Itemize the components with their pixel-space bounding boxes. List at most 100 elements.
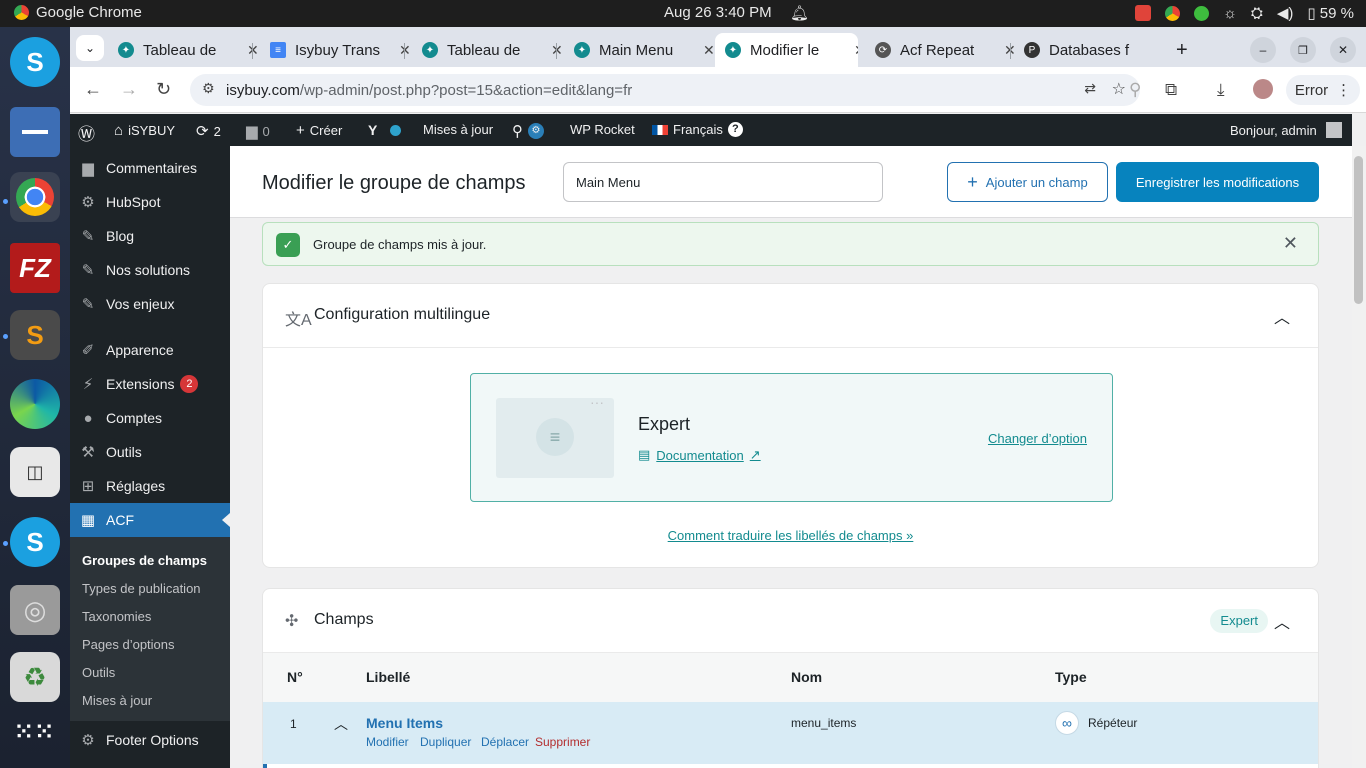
address-bar[interactable]: ⚙ isybuy.com/wp-admin/post.php?post=15&a… xyxy=(190,74,1140,106)
comments-link[interactable]: ▆ 0 xyxy=(246,122,270,140)
document-viewer-icon[interactable]: ◫ xyxy=(10,447,60,497)
filezilla-icon[interactable]: FZ xyxy=(10,243,60,293)
trash-icon[interactable]: ♻ xyxy=(10,652,60,702)
chrome-tray-icon[interactable] xyxy=(1165,5,1181,21)
download-icon[interactable]: ⤓ xyxy=(1217,80,1225,100)
user-icon: ● xyxy=(83,409,93,427)
site-name-link[interactable]: ⌂ iSYBUY xyxy=(114,122,175,139)
location-icon[interactable]: ⚲ xyxy=(1129,80,1141,100)
extensions-icon[interactable]: ⧉ xyxy=(1165,80,1177,100)
check-tray-icon[interactable] xyxy=(1194,5,1210,21)
battery-indicator[interactable]: ▯ 59 % xyxy=(1307,4,1354,22)
add-field-button[interactable]: + Ajouter un champ xyxy=(947,162,1108,202)
sidebar-item-settings[interactable]: ⊞ Réglages xyxy=(70,469,230,503)
browser-tab-5-active[interactable]: ✦ Modifier le ✕ xyxy=(715,33,858,67)
multilingual-panel-header[interactable]: 文A Configuration multilingue ︿ xyxy=(263,284,1318,348)
submenu-updates[interactable]: Mises à jour xyxy=(82,693,152,708)
sidebar-item-users[interactable]: ● Comptes xyxy=(70,401,230,435)
scrollbar-thumb[interactable] xyxy=(1354,156,1363,304)
back-arrow-icon[interactable]: ← xyxy=(84,79,102,100)
sidebar-item-tools[interactable]: ⚒ Outils xyxy=(70,435,230,469)
create-link[interactable]: + Créer xyxy=(296,122,342,139)
language-switcher[interactable]: Français ? xyxy=(652,122,743,137)
skype-icon[interactable]: S xyxy=(10,37,60,87)
sidebar-item-blog[interactable]: ✎ Blog xyxy=(70,219,230,253)
my-account-link[interactable]: Bonjour, admin xyxy=(1230,122,1342,138)
submenu-tools[interactable]: Outils xyxy=(82,665,115,680)
change-option-link[interactable]: Changer d’option xyxy=(988,431,1087,446)
documentation-link[interactable]: ▤ Documentation ↗ xyxy=(638,447,761,463)
bookmark-star-icon[interactable]: ☆ xyxy=(1112,79,1126,99)
updates-link[interactable]: ⟳ 2 xyxy=(196,122,221,140)
sidebar-item-appearance[interactable]: ✐ Apparence xyxy=(70,333,230,367)
sidebar-item-footer-options[interactable]: ⚙ Footer Options xyxy=(70,723,230,757)
browser-tab-3[interactable]: ✦ Tableau de ✕ xyxy=(412,33,573,67)
close-tab-icon[interactable]: ✕ xyxy=(854,42,858,59)
table-row[interactable]: 1 ︿ Menu Items Modifier Dupliquer Déplac… xyxy=(263,702,1318,764)
sidebar-item-enjeux[interactable]: ✎ Vos enjeux xyxy=(70,287,230,321)
chevron-up-icon[interactable]: ︿ xyxy=(1274,304,1290,328)
network-icon[interactable]: ⛭ xyxy=(1251,5,1263,22)
edge-icon[interactable] xyxy=(10,379,60,429)
move-field-link[interactable]: Déplacer xyxy=(481,735,529,749)
delete-field-link[interactable]: Supprimer xyxy=(535,735,590,749)
browser-tab-6[interactable]: ⟳ Acf Repeat ✕ xyxy=(865,33,1026,67)
minimize-window-icon[interactable]: – xyxy=(1250,37,1276,63)
field-group-title-input[interactable] xyxy=(563,162,883,202)
sidebar-item-solutions[interactable]: ✎ Nos solutions xyxy=(70,253,230,287)
sidebar-item-comments[interactable]: ▆ Commentaires xyxy=(70,151,230,185)
wpml-link[interactable]: ⚲ ⚙ xyxy=(512,122,544,140)
app-grid-icon[interactable]: ⁙⁙ xyxy=(10,707,60,757)
reload-icon[interactable]: ↻ xyxy=(156,79,171,100)
yoast-link[interactable]: Y xyxy=(368,122,402,138)
page-scrollbar[interactable] xyxy=(1352,146,1366,768)
profile-avatar[interactable] xyxy=(1253,79,1273,99)
submenu-taxonomies[interactable]: Taxonomies xyxy=(82,609,151,624)
brightness-icon[interactable]: ☼ xyxy=(1223,5,1237,22)
wp-favicon: ✦ xyxy=(422,42,438,58)
tab-list-button[interactable]: ⌄ xyxy=(76,35,104,61)
edit-field-link[interactable]: Modifier xyxy=(366,735,409,749)
submenu-post-types[interactable]: Types de publication xyxy=(82,581,201,596)
sublime-icon[interactable]: S xyxy=(10,310,60,360)
field-label-link[interactable]: Menu Items xyxy=(366,715,443,731)
chevron-up-icon[interactable]: ︿ xyxy=(1274,609,1290,633)
collapse-chevron-icon[interactable]: ︿ xyxy=(334,714,348,734)
translate-icon[interactable]: ⇄ xyxy=(1084,80,1096,97)
sidebar-item-acf[interactable]: ▦ ACF xyxy=(70,503,230,537)
wp-rocket-link[interactable]: WP Rocket xyxy=(570,122,635,137)
sidebar-item-hubspot[interactable]: ⚙ HubSpot xyxy=(70,185,230,219)
browser-tab-7[interactable]: P Databases f xyxy=(1014,33,1149,67)
maximize-window-icon[interactable]: ❐ xyxy=(1290,37,1316,63)
chrome-dock-icon[interactable] xyxy=(10,172,60,222)
browser-tab-4[interactable]: ✦ Main Menu ✕ xyxy=(564,33,725,67)
error-button[interactable]: Error ⋮ xyxy=(1286,75,1360,105)
translate-labels-anchor[interactable]: Comment traduire les libellés de champs … xyxy=(668,528,914,543)
save-changes-button[interactable]: Enregistrer les modifications xyxy=(1116,162,1319,202)
browser-tab-2[interactable]: ≡ Isybuy Trans ✕ xyxy=(260,33,421,67)
active-app[interactable]: Google Chrome xyxy=(14,4,142,21)
duplicate-field-link[interactable]: Dupliquer xyxy=(420,735,471,749)
updates-text-link[interactable]: Mises à jour xyxy=(423,122,493,137)
skype-icon-2[interactable]: S xyxy=(10,517,60,567)
option-illustration: ··· ≡ xyxy=(496,394,614,478)
forward-arrow-icon[interactable]: → xyxy=(120,79,138,100)
fields-panel-header[interactable]: ✣ Champs Expert ︿ xyxy=(263,589,1318,653)
record-icon[interactable] xyxy=(1135,5,1152,21)
bell-icon[interactable]: 🔔︎ xyxy=(790,4,809,22)
sidebar-item-plugins[interactable]: ⚡︎ Extensions 2 xyxy=(70,367,230,401)
close-tab-icon[interactable]: ✕ xyxy=(703,42,715,59)
close-window-icon[interactable]: ✕ xyxy=(1330,37,1356,63)
browser-tab-1[interactable]: ✦ Tableau de ✕ xyxy=(108,33,269,67)
system-tray[interactable]: ☼ ⛭ ◀︎) ▯ 59 % xyxy=(1135,4,1354,22)
submenu-options-pages[interactable]: Pages d’options xyxy=(82,637,175,652)
files-icon[interactable] xyxy=(10,107,60,157)
wordpress-logo-icon[interactable]: Ⓦ xyxy=(78,120,95,145)
new-tab-button[interactable]: + xyxy=(1166,33,1198,67)
clock[interactable]: Aug 26 3:40 PM xyxy=(664,4,772,21)
submenu-field-groups[interactable]: Groupes de champs xyxy=(82,553,207,568)
volume-icon[interactable]: ◀︎) xyxy=(1277,4,1294,22)
site-info-icon[interactable]: ⚙ xyxy=(202,80,215,97)
disk-icon[interactable]: ◎ xyxy=(10,585,60,635)
dismiss-icon[interactable]: ✕ xyxy=(1283,233,1298,254)
